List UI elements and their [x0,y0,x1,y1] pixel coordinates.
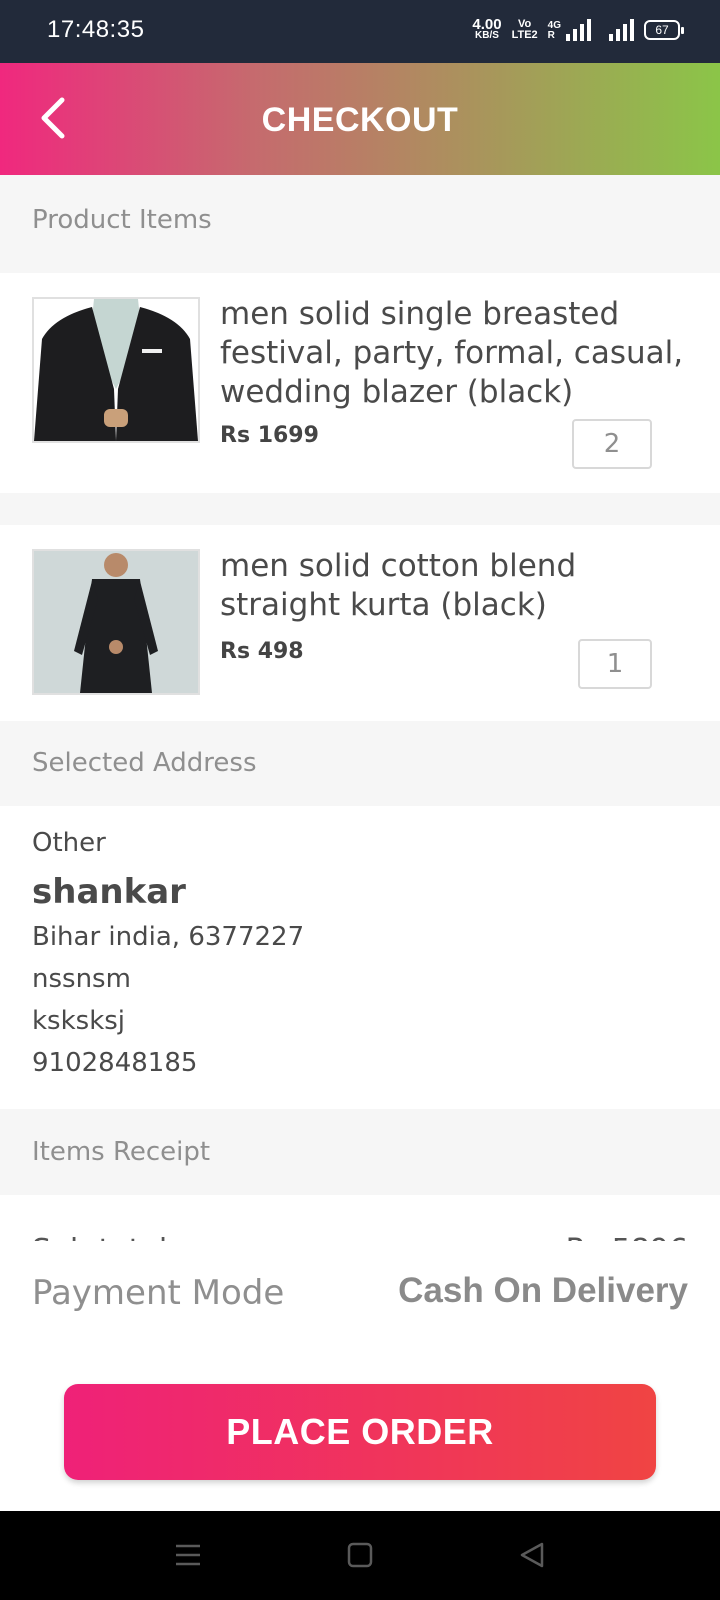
system-nav-bar [0,1511,720,1600]
quantity-field[interactable]: 2 [572,419,652,469]
address-line-2: nssnsm [32,964,131,994]
address-section-header: Selected Address [0,721,720,806]
signal-4g-icon: 4G R [547,18,591,41]
payment-mode-value[interactable]: Cash On Delivery [398,1271,688,1311]
product-item[interactable]: men solid cotton blend straight kurta (b… [0,525,720,721]
address-phone: 9102848185 [32,1048,198,1078]
product-image [32,297,200,443]
volte-top: Vo [517,17,532,30]
receipt-row-value: Rs 5896 [566,1233,688,1241]
back-nav-button[interactable] [510,1533,554,1577]
signal-icon [609,18,634,41]
status-time: 17:48:35 [47,16,145,43]
receipt-row: Sub total Rs 5896 [0,1195,720,1241]
network-speed-unit: KB/S [475,30,499,41]
address-line-1: Bihar india, 6377227 [32,922,305,952]
status-bar: 17:48:35 4.00 KB/S Vo LTE2 4G R 67 [0,0,720,63]
product-items-section-header: Product Items [0,175,720,273]
square-icon [347,1542,373,1568]
payment-mode-label: Payment Mode [32,1273,285,1313]
address-type: Other [32,828,106,858]
volte-bottom: LTE2 [511,28,538,41]
product-divider [0,493,720,525]
page-title: CHECKOUT [261,101,459,139]
address-name: shankar [32,872,186,912]
address-line-3: ksksksj [32,1006,126,1036]
selected-address[interactable]: Other shankar Bihar india, 6377227 nssns… [0,806,720,1109]
menu-icon [176,1544,200,1566]
network-speed: 4.00 KB/S [472,17,501,41]
quantity-field[interactable]: 1 [578,639,652,689]
receipt-title: Items Receipt [32,1137,211,1167]
receipt-row-label: Sub total [32,1233,167,1241]
battery-level: 67 [655,22,669,37]
status-icons: 4.00 KB/S Vo LTE2 4G R 67 [472,17,684,41]
product-price: Rs 1699 [220,423,319,448]
product-name: men solid cotton blend straight kurta (b… [220,548,577,623]
address-title: Selected Address [32,748,257,778]
product-image [32,549,200,695]
product-price: Rs 498 [220,639,304,664]
place-order-button[interactable]: PLACE ORDER [64,1384,656,1480]
recent-apps-button[interactable] [166,1533,210,1577]
checkout-header: CHECKOUT [0,63,720,175]
receipt-section-header: Items Receipt [0,1109,720,1195]
signal-r-label: R [547,29,555,41]
product-name: men solid single breasted festival, part… [220,296,684,410]
home-button[interactable] [338,1533,382,1577]
product-items-title: Product Items [32,205,212,235]
triangle-back-icon [520,1542,544,1568]
signal-4g-label: 4G [547,19,561,31]
product-item[interactable]: men solid single breasted festival, part… [0,273,720,493]
battery-icon: 67 [644,19,684,40]
payment-panel: Payment Mode Cash On Delivery PLACE ORDE… [0,1241,720,1511]
volte-icon: Vo LTE2 [511,17,538,41]
